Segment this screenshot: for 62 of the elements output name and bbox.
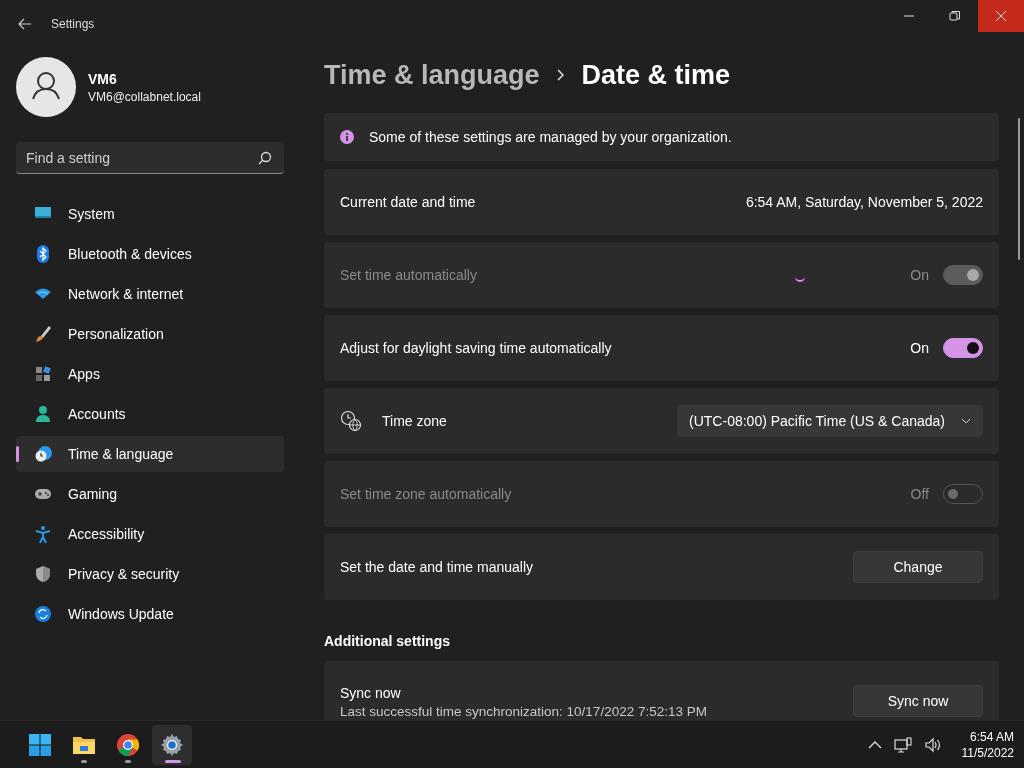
setting-label: Set time zone automatically xyxy=(340,486,512,502)
update-icon xyxy=(34,605,52,623)
timezone-dropdown[interactable]: (UTC-08:00) Pacific Time (US & Canada) xyxy=(677,405,983,437)
sidebar-item[interactable]: Apps xyxy=(16,356,284,392)
sidebar-item[interactable]: Bluetooth & devices xyxy=(16,236,284,272)
gear-icon xyxy=(160,732,184,757)
shield-icon xyxy=(34,565,52,583)
person-icon xyxy=(34,405,52,423)
chevron-down-icon xyxy=(961,418,971,424)
page-title: Date & time xyxy=(581,59,731,92)
toggle-state-label: On xyxy=(909,267,929,283)
setting-label: Set the date and time manually xyxy=(340,559,533,575)
bluetooth-icon xyxy=(34,245,52,263)
browser-icon xyxy=(116,732,140,757)
clock-time[interactable]: 6:54 AM xyxy=(969,729,1014,744)
user-email: VM6@collabnet.local xyxy=(88,89,201,104)
section-heading: Additional settings xyxy=(324,633,450,649)
setting-label: Adjust for daylight saving time automatically xyxy=(340,340,612,356)
clock-globe-icon xyxy=(34,445,52,463)
breadcrumb-link[interactable]: Time & language xyxy=(324,55,540,95)
scrollbar[interactable] xyxy=(1018,118,1020,260)
clock-date[interactable]: 11/5/2022 xyxy=(961,745,1014,760)
brush-icon xyxy=(34,325,52,343)
setting-label: Sync now xyxy=(340,685,402,701)
sync-now-button[interactable]: Sync now xyxy=(853,685,983,717)
setting-description: Last successful time synchronization: 10/17/2022 7:52:13 PM xyxy=(340,704,707,719)
setting-value: 6:54 AM, Saturday, November 5, 2022 xyxy=(745,194,983,210)
taskbar-button[interactable] xyxy=(152,724,192,765)
sidebar-item[interactable]: Accounts xyxy=(16,396,284,432)
close-icon xyxy=(995,10,1007,22)
chevron-up-icon[interactable] xyxy=(867,739,882,750)
accessibility-icon xyxy=(34,525,52,543)
sidebar-item[interactable]: Personalization xyxy=(16,316,284,352)
apps-icon xyxy=(34,365,52,383)
search-icon xyxy=(258,151,272,165)
sidebar-item[interactable]: Gaming xyxy=(16,476,284,512)
search-field[interactable]: Find a setting xyxy=(16,142,284,174)
avatar-icon xyxy=(16,57,76,117)
sidebar-item[interactable]: Privacy & security xyxy=(16,556,284,592)
info-message: Some of these settings are managed by your organization. xyxy=(369,129,732,145)
restore-icon xyxy=(949,10,961,22)
toggle-state-label: On xyxy=(909,340,929,356)
window-title: Settings xyxy=(51,17,95,31)
user-name: VM6 xyxy=(88,70,118,87)
sidebar-item[interactable]: Time & language xyxy=(16,436,284,472)
chevron-right-icon xyxy=(555,68,566,82)
sidebar-item[interactable]: Windows Update xyxy=(16,596,284,632)
volume-icon[interactable] xyxy=(923,736,942,753)
setting-label: Current date and time xyxy=(340,194,476,210)
sidebar-item[interactable]: Network & internet xyxy=(16,276,284,312)
clock-globe-icon xyxy=(340,410,362,432)
network-icon[interactable] xyxy=(893,736,912,753)
sidebar-item[interactable]: Accessibility xyxy=(16,516,284,552)
toggle-switch[interactable] xyxy=(943,338,983,358)
sidebar-item[interactable]: System xyxy=(16,196,284,232)
change-button[interactable]: Change xyxy=(853,551,983,583)
toggle-state-label: Off xyxy=(909,486,929,502)
info-icon xyxy=(340,130,354,144)
setting-label: Time zone xyxy=(382,413,447,429)
back-arrow-icon[interactable] xyxy=(18,18,32,30)
windows-logo-icon xyxy=(28,732,52,757)
setting-label: Set time automatically xyxy=(340,267,477,283)
